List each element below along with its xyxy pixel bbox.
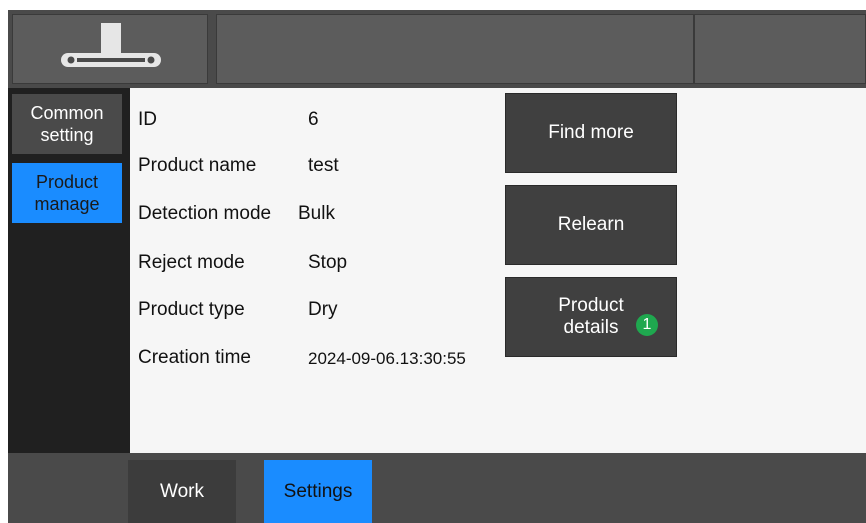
top-bar: [8, 10, 866, 88]
field-value: Dry: [308, 299, 338, 320]
product-detail-panel: ID 6 Product name test Detection mode Bu…: [130, 88, 866, 453]
field-label: Detection mode: [138, 203, 272, 224]
sidebar-item-common-setting[interactable]: Common setting: [12, 94, 122, 154]
header-status-panel: [694, 14, 866, 84]
conveyor-icon: [61, 23, 161, 67]
notification-badge: 1: [636, 314, 658, 336]
field-label: Reject mode: [138, 252, 245, 273]
find-more-button[interactable]: Find more: [505, 93, 677, 173]
field-label: ID: [138, 109, 157, 130]
logo-panel: [12, 14, 208, 84]
product-details-label: Product details: [558, 295, 624, 338]
header-title-panel: [216, 14, 694, 84]
tab-settings[interactable]: Settings: [264, 460, 372, 523]
field-value: test: [308, 155, 339, 176]
relearn-button[interactable]: Relearn: [505, 185, 677, 265]
app-frame: Common setting Product manage ID 6 Produ…: [8, 10, 866, 523]
sidebar: Common setting Product manage: [8, 88, 130, 453]
field-label: Product name: [138, 155, 257, 176]
field-value: Bulk: [298, 203, 335, 224]
bottom-nav: Work Settings: [8, 453, 866, 523]
field-label: Creation time: [138, 347, 251, 368]
field-value: 6: [308, 109, 319, 130]
field-value: 2024-09-06.13:30:55: [308, 349, 466, 368]
field-value: Stop: [308, 252, 348, 273]
tab-work[interactable]: Work: [128, 460, 236, 523]
sidebar-item-product-manage[interactable]: Product manage: [12, 163, 122, 223]
product-details-button[interactable]: Product details 1: [505, 277, 677, 357]
field-label: Product type: [138, 299, 245, 320]
